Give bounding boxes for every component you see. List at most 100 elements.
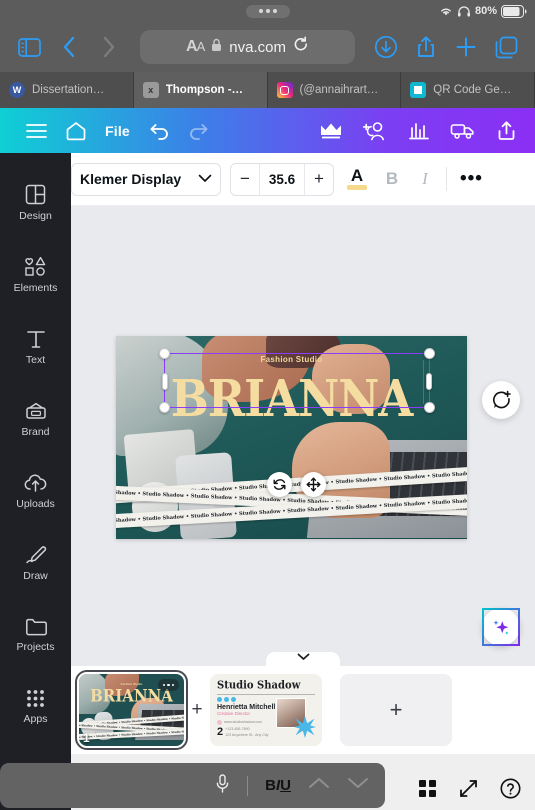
brand-icon: [25, 401, 47, 421]
page-thumbnail-1[interactable]: Fashion Studio BRIANNA Studio Shadow • S…: [75, 670, 188, 750]
magic-sparkle-button[interactable]: [482, 608, 520, 646]
sidebar-item-apps[interactable]: Apps: [0, 671, 71, 743]
sidebar-item-label: Elements: [13, 282, 58, 294]
text-format-biu-button[interactable]: BIU: [265, 777, 291, 794]
forward-icon[interactable]: [94, 32, 124, 62]
browser-tab-instagram[interactable]: (@annaihrart…: [268, 72, 402, 108]
card-contact-address: 123 Anywhere St., Any City: [225, 733, 269, 737]
reload-icon[interactable]: [293, 36, 309, 58]
sidebar-item-brand[interactable]: Brand: [0, 383, 71, 455]
browser-tab-dissertation[interactable]: W Dissertation…: [0, 72, 134, 108]
redo-icon[interactable]: [188, 122, 210, 140]
tab-label: Thompson -…: [165, 84, 244, 96]
resize-handle-middle-right[interactable]: [426, 372, 432, 390]
undo-icon[interactable]: [148, 122, 170, 140]
more-options-button[interactable]: •••: [456, 168, 487, 190]
resize-handle-top-right[interactable]: [424, 348, 435, 359]
insights-icon[interactable]: [408, 121, 430, 140]
selection-box[interactable]: [159, 348, 435, 413]
tabs-icon[interactable]: [491, 32, 521, 62]
sidebar-icon[interactable]: [14, 32, 44, 62]
page-options-button[interactable]: [158, 679, 179, 691]
downloads-icon[interactable]: [371, 32, 401, 62]
file-menu[interactable]: File: [105, 123, 130, 139]
text-icon: [26, 329, 46, 349]
italic-button[interactable]: I: [413, 169, 437, 189]
resize-handle-middle-left[interactable]: [162, 372, 168, 390]
divider: [217, 694, 315, 695]
lock-icon: [211, 38, 222, 57]
rotate-icon[interactable]: [267, 472, 292, 497]
page-number: 2: [217, 726, 224, 738]
browser-tab-thompson[interactable]: x Thompson -…: [133, 72, 268, 108]
wordpress-icon: W: [9, 82, 25, 98]
sidebar-item-label: Brand: [21, 425, 50, 438]
resize-handle-top-left[interactable]: [159, 348, 170, 359]
add-comment-button[interactable]: [482, 381, 520, 419]
browser-tab-qr-code[interactable]: QR Code Ge…: [401, 72, 535, 108]
multitask-handle[interactable]: [245, 4, 290, 18]
sidebar-item-design[interactable]: Design: [0, 167, 71, 239]
font-size-stepper[interactable]: − 35.6 +: [230, 162, 334, 196]
back-icon[interactable]: [54, 32, 84, 62]
font-size-increase-button[interactable]: +: [305, 164, 333, 195]
sidebar-item-projects[interactable]: Projects: [0, 599, 71, 671]
font-size-decrease-button[interactable]: −: [231, 164, 259, 195]
add-page-between-button[interactable]: +: [184, 699, 210, 721]
add-collaborator-icon[interactable]: [363, 121, 388, 141]
ios-status-bar: 80%: [0, 0, 535, 22]
sidebar-item-label: Text: [25, 353, 46, 366]
sidebar-item-uploads[interactable]: Uploads: [0, 455, 71, 527]
sidebar-item-text[interactable]: Text: [0, 311, 71, 383]
address-bar[interactable]: AA nva.com: [140, 30, 355, 64]
menu-icon[interactable]: [26, 123, 47, 139]
qr-code-icon: [410, 82, 427, 98]
safari-toolbar: AA nva.com: [0, 22, 535, 72]
microphone-icon[interactable]: [215, 773, 230, 798]
page-thumbnail-2[interactable]: Studio Shadow Henrietta Mitchell Creativ…: [210, 674, 322, 746]
instagram-icon: [276, 82, 293, 98]
pages-panel: Fashion Studio BRIANNA Studio Shadow • S…: [71, 652, 535, 754]
headphones-icon: [457, 5, 471, 17]
divider: [247, 775, 249, 796]
crown-icon[interactable]: [319, 121, 343, 140]
sidebar-item-label: Uploads: [16, 497, 55, 510]
resize-handle-bottom-right[interactable]: [424, 402, 435, 413]
design-page[interactable]: Fashion Studio BRIANNA Studio Shadow • S…: [116, 336, 467, 539]
text-format-toolbar: Klemer Display − 35.6 + A B I •••: [71, 153, 535, 206]
new-tab-icon[interactable]: [451, 32, 481, 62]
tab-label: (@annaihrart…: [299, 84, 379, 96]
bold-button[interactable]: B: [265, 777, 276, 794]
draw-icon: [25, 545, 47, 565]
chevron-up-icon[interactable]: [308, 776, 330, 795]
chevron-down-icon[interactable]: [347, 776, 369, 795]
move-icon[interactable]: [301, 472, 326, 497]
pages-list: Fashion Studio BRIANNA Studio Shadow • S…: [71, 666, 535, 750]
sidebar-item-elements[interactable]: Elements: [0, 239, 71, 311]
text-color-button[interactable]: A: [343, 167, 371, 190]
canvas-area[interactable]: Fashion Studio BRIANNA Studio Shadow • S…: [71, 206, 535, 666]
keyboard-accessory-bar: BIU: [0, 763, 385, 808]
add-page-button[interactable]: +: [340, 674, 452, 746]
expand-icon[interactable]: [459, 779, 478, 803]
text-size-button[interactable]: AA: [186, 38, 205, 56]
resize-handle-bottom-left[interactable]: [159, 402, 170, 413]
canva-header: File: [0, 108, 535, 153]
font-family-select[interactable]: Klemer Display: [71, 162, 221, 196]
sidebar-item-label: Projects: [16, 641, 55, 653]
help-icon[interactable]: [500, 778, 521, 804]
sidebar-item-draw[interactable]: Draw: [0, 527, 71, 599]
bold-button[interactable]: B: [380, 169, 404, 189]
elements-icon: [24, 256, 47, 277]
home-icon[interactable]: [65, 121, 87, 141]
collapse-pages-button[interactable]: [266, 652, 340, 668]
safari-tab-strip: W Dissertation… x Thompson -… (@annaihra…: [0, 72, 535, 108]
text-color-swatch: [347, 185, 367, 190]
share-upload-icon[interactable]: [496, 120, 517, 141]
font-size-value[interactable]: 35.6: [259, 163, 305, 195]
grid-view-icon[interactable]: [418, 779, 437, 803]
underline-button[interactable]: U: [280, 777, 291, 794]
canva-bottom-controls: [418, 778, 521, 804]
share-icon[interactable]: [411, 32, 441, 62]
print-truck-icon[interactable]: [450, 121, 476, 140]
